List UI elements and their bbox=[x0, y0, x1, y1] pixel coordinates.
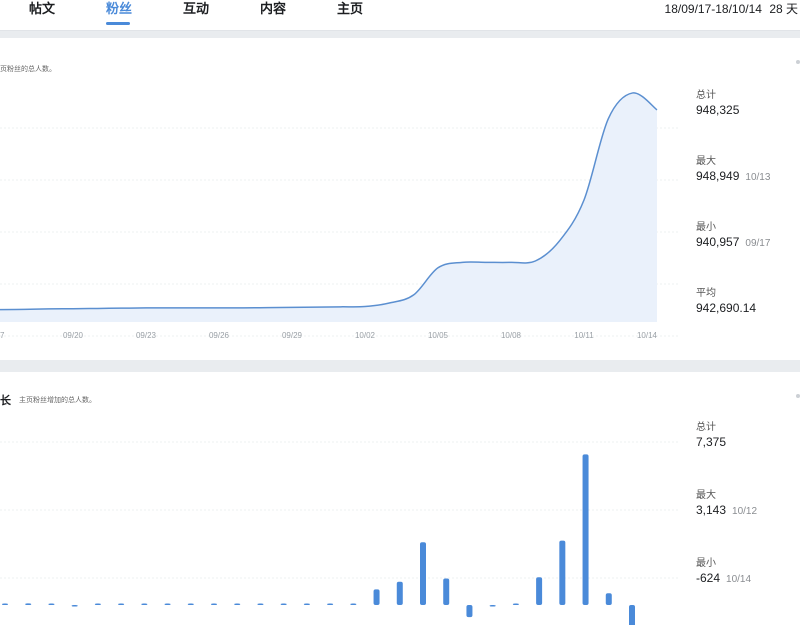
period-text: 28 天 bbox=[769, 2, 798, 16]
stat-min-value: -624 bbox=[696, 571, 721, 585]
bar bbox=[234, 603, 241, 605]
bar bbox=[512, 603, 519, 605]
bar bbox=[443, 578, 450, 605]
tab-posts[interactable]: 帖文 bbox=[29, 0, 55, 18]
stat-min-label: 最小 bbox=[696, 558, 716, 569]
bar bbox=[350, 603, 357, 605]
stat-min-label: 最小 bbox=[696, 222, 716, 233]
stat-total-label: 总计 bbox=[696, 422, 716, 433]
date-range-selector[interactable]: 18/09/17-18/10/14 28 天 bbox=[665, 0, 798, 18]
bar bbox=[420, 542, 426, 605]
bar bbox=[629, 605, 635, 625]
area-fill bbox=[0, 92, 657, 322]
bar bbox=[211, 603, 217, 605]
x-tick-label: 10/05 bbox=[428, 331, 449, 340]
x-tick-label: 09/23 bbox=[136, 331, 157, 340]
bar bbox=[94, 603, 101, 605]
x-tick-label: 09/29 bbox=[282, 331, 303, 340]
stat-max-label: 最大 bbox=[696, 156, 716, 167]
stat-min-date: 09/17 bbox=[745, 238, 771, 249]
x-tick-label: 10/02 bbox=[355, 331, 376, 340]
top-navigation: 帖文 粉丝 互动 内容 主页 18/09/17-18/10/14 28 天 bbox=[0, 0, 800, 31]
x-tick-label: 10/08 bbox=[501, 331, 522, 340]
stat-max-label: 最大 bbox=[696, 490, 716, 501]
total-followers-chart: 7 09/20 09/23 09/26 09/29 10/02 10/05 10/08 10/1… bbox=[0, 92, 680, 340]
stat-max-value: 948,949 bbox=[696, 169, 740, 183]
bar bbox=[489, 605, 496, 607]
stat-total: 总计 7,375 bbox=[696, 421, 726, 450]
stat-avg-label: 平均 bbox=[696, 288, 716, 299]
bar bbox=[164, 603, 171, 605]
tab-page[interactable]: 主页 bbox=[337, 0, 363, 18]
bar bbox=[559, 540, 566, 605]
stat-max-value: 3,143 bbox=[696, 503, 727, 517]
bar bbox=[536, 577, 543, 605]
bar bbox=[582, 454, 589, 605]
stat-total-label: 总计 bbox=[696, 90, 716, 101]
follower-growth-panel: 长 主页粉丝增加的总人数。 总计 7,375 最大 3,143 10/12 最小 … bbox=[0, 372, 800, 625]
bar bbox=[373, 589, 380, 605]
stat-min: 最小 940,957 09/17 bbox=[696, 221, 770, 252]
x-tick-label: 09/26 bbox=[209, 331, 230, 340]
stat-max-date: 10/12 bbox=[732, 506, 758, 517]
bar bbox=[257, 603, 264, 605]
date-range-text: 18/09/17-18/10/14 bbox=[664, 2, 762, 16]
x-tick-label: 09/20 bbox=[63, 331, 84, 340]
stat-min: 最小 -624 10/14 bbox=[696, 557, 751, 588]
x-tick-label: 10/14 bbox=[637, 331, 658, 340]
stat-max: 最大 3,143 10/12 bbox=[696, 489, 757, 520]
tab-followers[interactable]: 粉丝 bbox=[106, 0, 132, 18]
panel-options-icon[interactable] bbox=[796, 60, 800, 64]
tab-content[interactable]: 内容 bbox=[260, 0, 286, 18]
bar bbox=[187, 603, 194, 605]
x-tick-label: 7 bbox=[0, 331, 5, 340]
stat-min-date: 10/14 bbox=[726, 574, 752, 585]
panel-options-icon[interactable] bbox=[796, 394, 800, 398]
stat-total: 总计 948,325 bbox=[696, 89, 739, 118]
bar bbox=[118, 603, 125, 605]
stat-max-date: 10/13 bbox=[745, 172, 771, 183]
follower-growth-chart bbox=[0, 441, 680, 625]
total-followers-panel: 页粉丝的总人数。 7 09/20 09/23 09/26 09/29 10/02 10/05… bbox=[0, 38, 800, 360]
bar bbox=[396, 581, 403, 605]
bar bbox=[25, 603, 32, 605]
bar bbox=[327, 603, 334, 605]
active-tab-indicator bbox=[106, 22, 130, 25]
bar bbox=[141, 603, 148, 605]
bar bbox=[2, 603, 8, 605]
bar bbox=[605, 593, 612, 605]
bar bbox=[71, 605, 78, 607]
stat-total-value: 948,325 bbox=[696, 103, 740, 117]
stat-min-value: 940,957 bbox=[696, 235, 740, 249]
bar bbox=[48, 603, 55, 605]
stat-max: 最大 948,949 10/13 bbox=[696, 155, 770, 186]
tab-interactions[interactable]: 互动 bbox=[183, 0, 209, 18]
stat-average: 平均 942,690.14 bbox=[696, 287, 756, 316]
stat-total-value: 7,375 bbox=[696, 435, 727, 449]
bar bbox=[280, 603, 287, 605]
stat-avg-value: 942,690.14 bbox=[696, 301, 757, 315]
bar bbox=[466, 605, 473, 618]
x-tick-label: 10/11 bbox=[574, 331, 594, 340]
bar bbox=[303, 603, 310, 605]
